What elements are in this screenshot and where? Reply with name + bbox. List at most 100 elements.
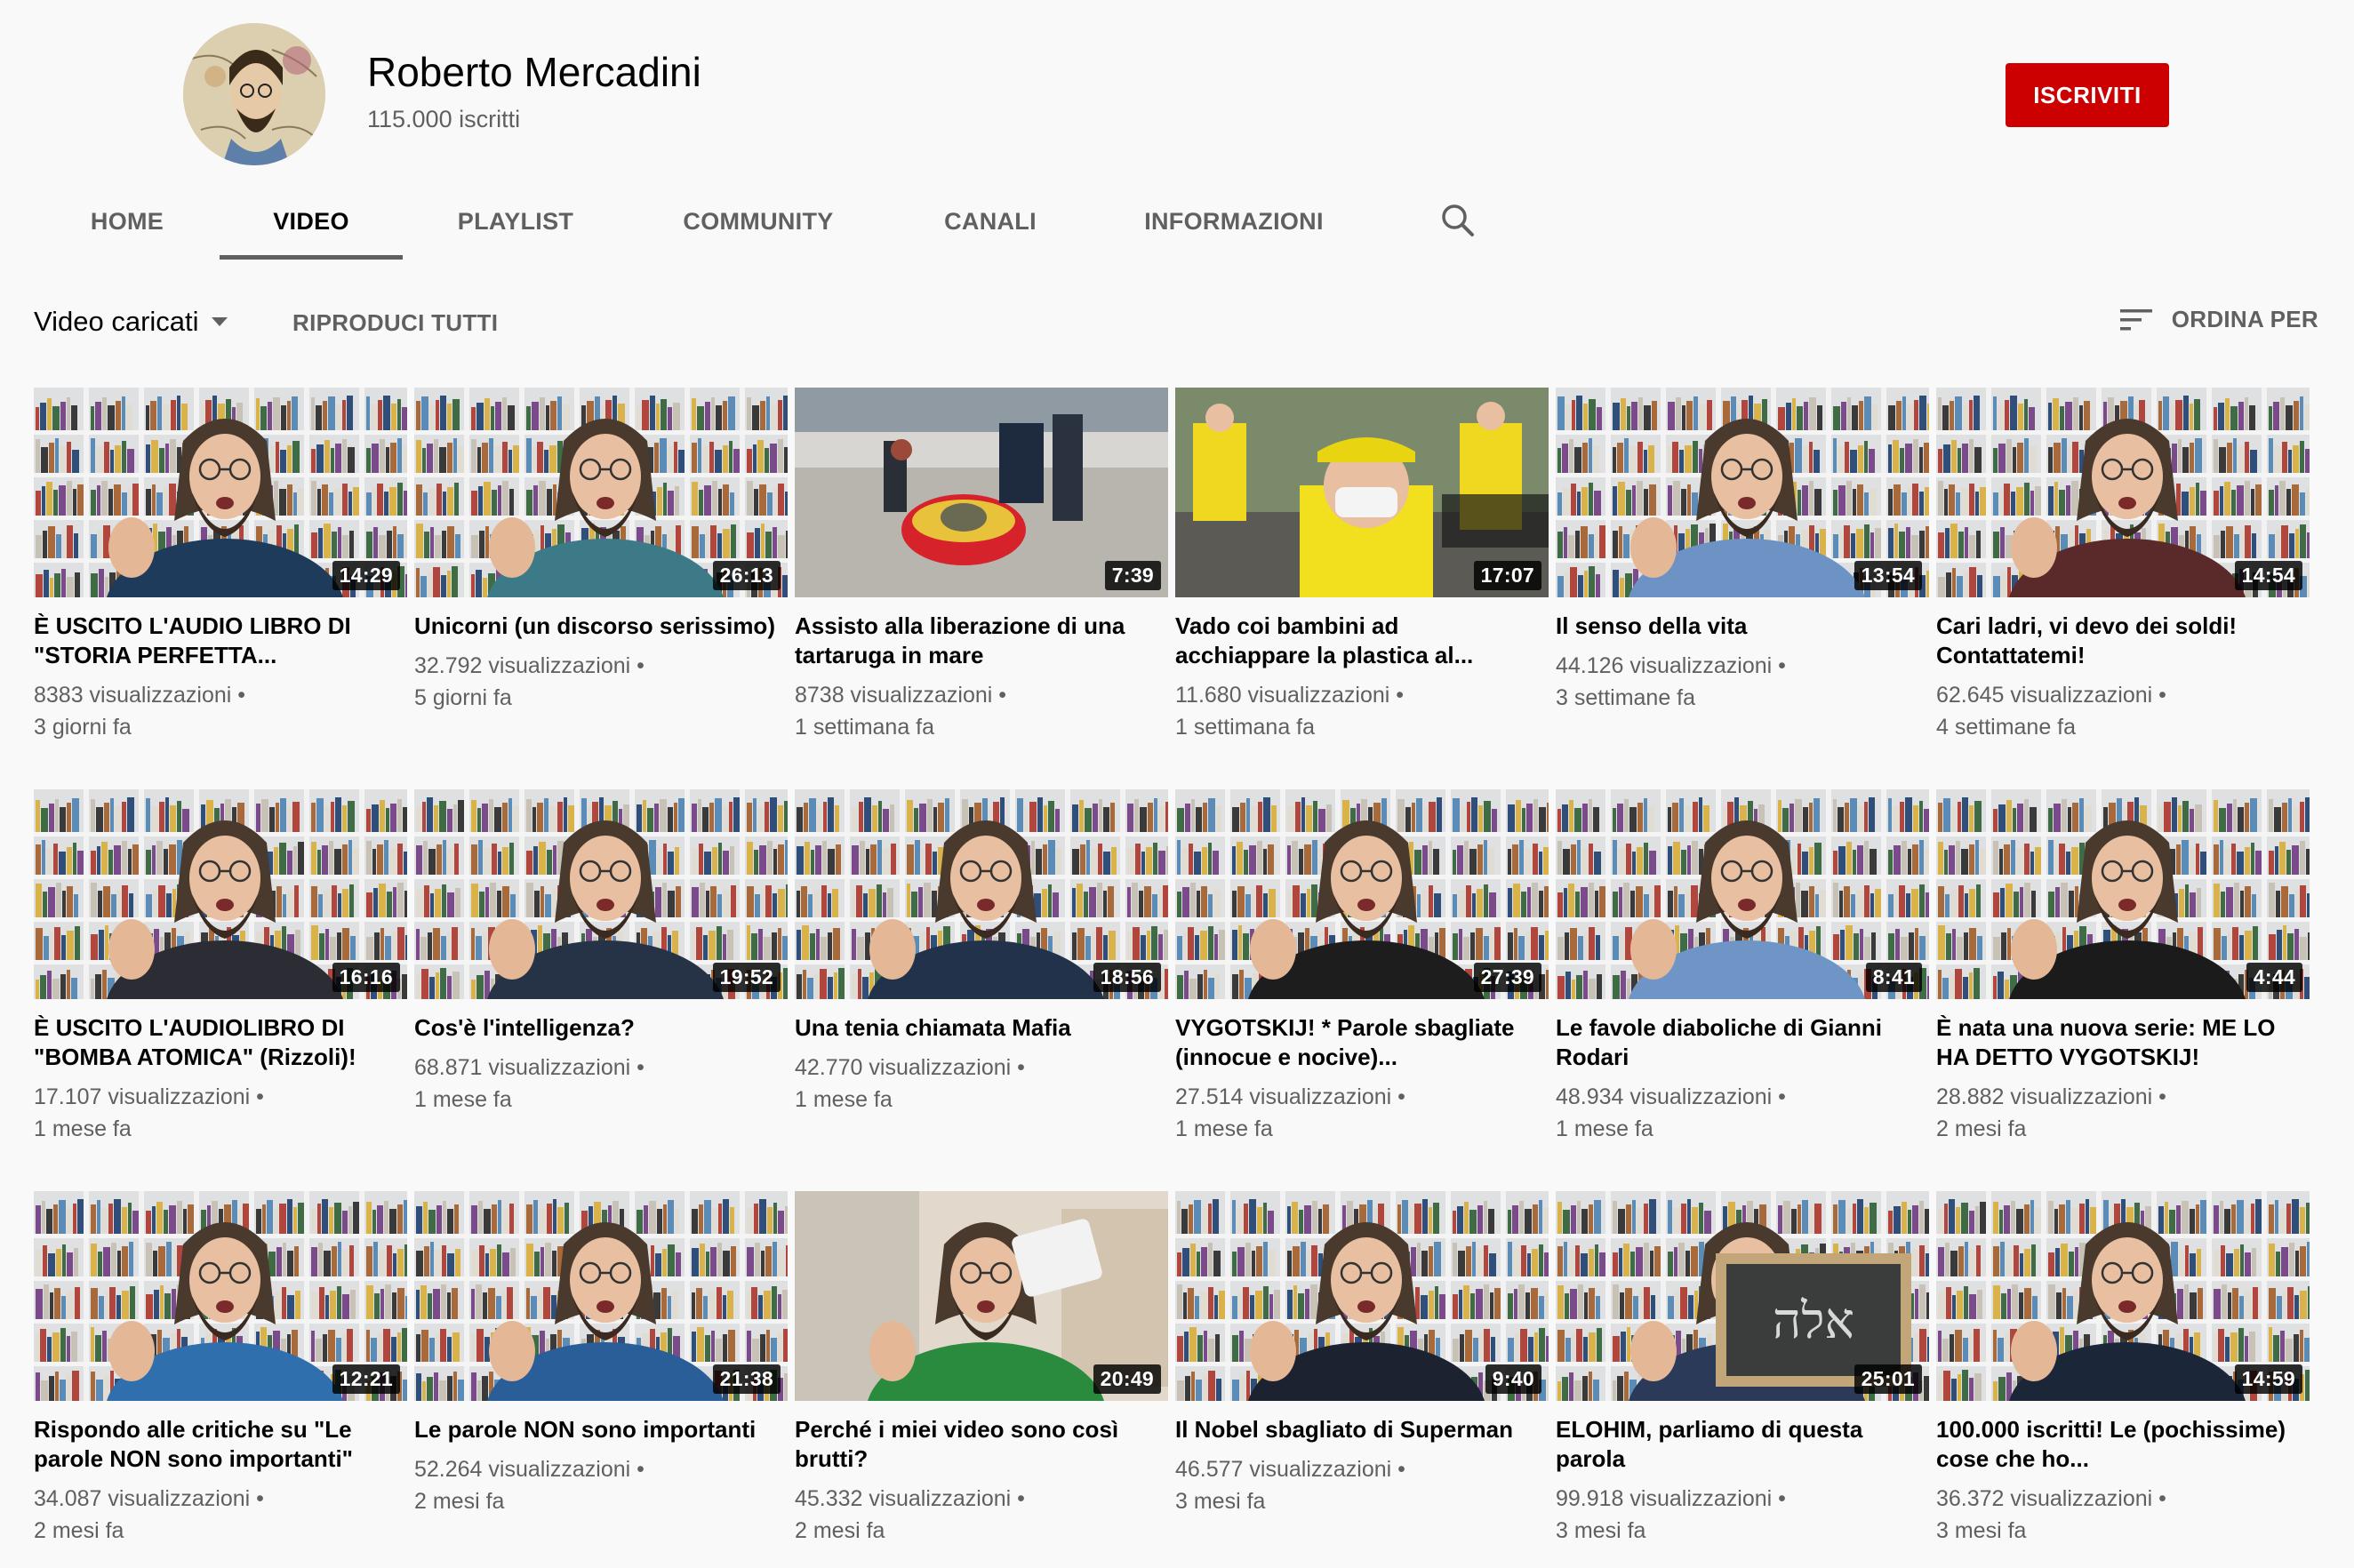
video-duration: 14:29	[332, 561, 400, 590]
video-age: 2 mesi fa	[414, 1489, 505, 1514]
video-thumbnail[interactable]: 20:49	[795, 1191, 1168, 1401]
video-thumbnail[interactable]: 16:16	[34, 789, 407, 999]
video-card[interactable]: 17:07 Vado coi bambini ad acchiappare la …	[1175, 388, 1549, 754]
video-card[interactable]: 16:16 È USCITO L'AUDIOLIBRO DI "BOMBA ATO…	[34, 789, 407, 1156]
video-views: 68.871 visualizzazioni	[414, 1052, 788, 1084]
video-duration: 27:39	[1473, 963, 1541, 992]
video-age: 5 giorni fa	[414, 685, 512, 710]
subscriber-count: 115.000 iscritti	[367, 106, 521, 132]
video-thumbnail[interactable]: 4:44	[1936, 789, 2310, 999]
video-meta: 8738 visualizzazioni 1 settimana fa	[795, 679, 1168, 743]
tab-video[interactable]: VIDEO	[220, 183, 403, 260]
video-duration: 17:07	[1473, 561, 1541, 590]
subscribe-button[interactable]: ISCRIVITI	[2006, 63, 2169, 127]
video-title[interactable]: Cari ladri, vi devo dei soldi! Contattat…	[1936, 612, 2310, 670]
video-card[interactable]: 9:40 Il Nobel sbagliato di Superman 46.577…	[1175, 1191, 1549, 1557]
video-card[interactable]: 19:52 Cos'è l'intelligenza? 68.871 visuali…	[414, 789, 788, 1156]
video-card[interactable]: 7:39 Assisto alla liberazione di una tart…	[795, 388, 1168, 754]
video-card[interactable]: 20:49 Perché i miei video sono così brutt…	[795, 1191, 1168, 1557]
video-title[interactable]: Una tenia chiamata Mafia	[795, 1013, 1168, 1043]
video-card[interactable]: 8:41 Le favole diaboliche di Gianni Rodar…	[1556, 789, 1929, 1156]
video-thumbnail[interactable]: 14:59	[1936, 1191, 2310, 1401]
video-title[interactable]: Cos'è l'intelligenza?	[414, 1013, 788, 1043]
video-card[interactable]: 26:13 Unicorni (un discorso serissimo) 32.…	[414, 388, 788, 754]
video-title[interactable]: Assisto alla liberazione di una tartarug…	[795, 612, 1168, 670]
video-meta: 45.332 visualizzazioni 2 mesi fa	[795, 1483, 1168, 1547]
video-meta: 62.645 visualizzazioni 4 settimane fa	[1936, 679, 2310, 743]
video-card[interactable]: 12:21 Rispondo alle critiche su "Le parol…	[34, 1191, 407, 1557]
video-title[interactable]: Perché i miei video sono così brutti?	[795, 1415, 1168, 1474]
video-thumbnail[interactable]: 12:21	[34, 1191, 407, 1401]
video-title[interactable]: Il senso della vita	[1556, 612, 1929, 641]
video-title[interactable]: Vado coi bambini ad acchiappare la plast…	[1175, 612, 1549, 670]
video-meta: 99.918 visualizzazioni 3 mesi fa	[1556, 1483, 1929, 1547]
video-title[interactable]: Unicorni (un discorso serissimo)	[414, 612, 788, 641]
video-card[interactable]: אלה 25:01 ELOHIM, parliamo di questa parol…	[1556, 1191, 1929, 1557]
video-thumbnail[interactable]: 27:39	[1175, 789, 1549, 999]
video-views: 44.126 visualizzazioni	[1556, 650, 1929, 682]
video-title[interactable]: È USCITO L'AUDIOLIBRO DI "BOMBA ATOMICA"…	[34, 1013, 407, 1072]
video-age: 2 mesi fa	[795, 1518, 885, 1543]
tab-home[interactable]: HOME	[69, 183, 185, 260]
video-card[interactable]: 4:44 È nata una nuova serie: ME LO HA DET…	[1936, 789, 2310, 1156]
video-duration: 20:49	[1093, 1364, 1161, 1394]
video-title[interactable]: È nata una nuova serie: ME LO HA DETTO V…	[1936, 1013, 2310, 1072]
video-thumbnail[interactable]: 9:40	[1175, 1191, 1549, 1401]
video-title[interactable]: È USCITO L'AUDIO LIBRO DI "STORIA PERFET…	[34, 612, 407, 670]
video-thumbnail[interactable]: 7:39	[795, 388, 1168, 597]
video-thumbnail[interactable]: 19:52	[414, 789, 788, 999]
video-age: 3 settimane fa	[1556, 685, 1696, 710]
video-age: 3 mesi fa	[1556, 1518, 1646, 1543]
video-title[interactable]: 100.000 iscritti! Le (pochissime) cose c…	[1936, 1415, 2310, 1474]
video-meta: 42.770 visualizzazioni 1 mese fa	[795, 1052, 1168, 1116]
video-thumbnail[interactable]: 13:54	[1556, 388, 1929, 597]
tab-playlist[interactable]: PLAYLIST	[437, 183, 594, 260]
video-duration: 21:38	[712, 1364, 781, 1394]
video-card[interactable]: 13:54 Il senso della vita 44.126 visualizz…	[1556, 388, 1929, 754]
video-views: 8738 visualizzazioni	[795, 679, 1168, 711]
video-card[interactable]: 14:59 100.000 iscritti! Le (pochissime) c…	[1936, 1191, 2310, 1557]
video-age: 3 mesi fa	[1175, 1489, 1266, 1514]
video-card[interactable]: 14:29 È USCITO L'AUDIO LIBRO DI "STORIA P…	[34, 388, 407, 754]
video-card[interactable]: 18:56 Una tenia chiamata Mafia 42.770 visu…	[795, 789, 1168, 1156]
video-views: 42.770 visualizzazioni	[795, 1052, 1168, 1084]
channel-name: Roberto Mercadini	[367, 49, 701, 95]
video-meta: 32.792 visualizzazioni 5 giorni fa	[414, 650, 788, 714]
video-views: 48.934 visualizzazioni	[1556, 1081, 1929, 1113]
video-views: 46.577 visualizzazioni	[1175, 1453, 1549, 1485]
tab-canali[interactable]: CANALI	[921, 183, 1060, 260]
video-title[interactable]: Il Nobel sbagliato di Superman	[1175, 1415, 1549, 1444]
video-card[interactable]: 21:38 Le parole NON sono importanti 52.264…	[414, 1191, 788, 1557]
channel-avatar[interactable]	[183, 23, 325, 165]
play-all-button[interactable]: RIPRODUCI TUTTI	[292, 309, 498, 337]
video-age: 1 mese fa	[1175, 1116, 1273, 1141]
svg-text:אלה: אלה	[1773, 1292, 1854, 1350]
video-views: 11.680 visualizzazioni	[1175, 679, 1549, 711]
video-meta: 34.087 visualizzazioni 2 mesi fa	[34, 1483, 407, 1547]
video-title[interactable]: Le favole diaboliche di Gianni Rodari	[1556, 1013, 1929, 1072]
videos-content: Video caricati RIPRODUCI TUTTI ORDINA PE…	[0, 260, 2354, 1568]
video-card[interactable]: 14:54 Cari ladri, vi devo dei soldi! Cont…	[1936, 388, 2310, 754]
video-thumbnail[interactable]: 26:13	[414, 388, 788, 597]
sort-by-button[interactable]: ORDINA PER	[2118, 306, 2318, 333]
video-thumbnail[interactable]: 8:41	[1556, 789, 1929, 999]
video-thumbnail[interactable]: אלה 25:01	[1556, 1191, 1929, 1401]
tab-community[interactable]: COMMUNITY	[658, 183, 859, 260]
video-title[interactable]: Rispondo alle critiche su "Le parole NON…	[34, 1415, 407, 1474]
video-thumbnail[interactable]: 14:29	[34, 388, 407, 597]
video-title[interactable]: VYGOTSKIJ! * Parole sbagliate (innocue e…	[1175, 1013, 1549, 1072]
video-card[interactable]: 27:39 VYGOTSKIJ! * Parole sbagliate (inno…	[1175, 789, 1549, 1156]
video-age: 2 mesi fa	[34, 1518, 124, 1543]
uploads-dropdown[interactable]: Video caricati	[34, 306, 228, 338]
tab-informazioni[interactable]: INFORMAZIONI	[1122, 183, 1346, 260]
video-title[interactable]: ELOHIM, parliamo di questa parola	[1556, 1415, 1929, 1474]
video-views: 17.107 visualizzazioni	[34, 1081, 407, 1113]
video-thumbnail[interactable]: 17:07	[1175, 388, 1549, 597]
search-icon[interactable]	[1435, 197, 1481, 244]
video-duration: 14:59	[2234, 1364, 2302, 1394]
video-thumbnail[interactable]: 21:38	[414, 1191, 788, 1401]
video-duration: 8:41	[1865, 963, 1922, 992]
video-title[interactable]: Le parole NON sono importanti	[414, 1415, 788, 1444]
video-thumbnail[interactable]: 14:54	[1936, 388, 2310, 597]
video-thumbnail[interactable]: 18:56	[795, 789, 1168, 999]
